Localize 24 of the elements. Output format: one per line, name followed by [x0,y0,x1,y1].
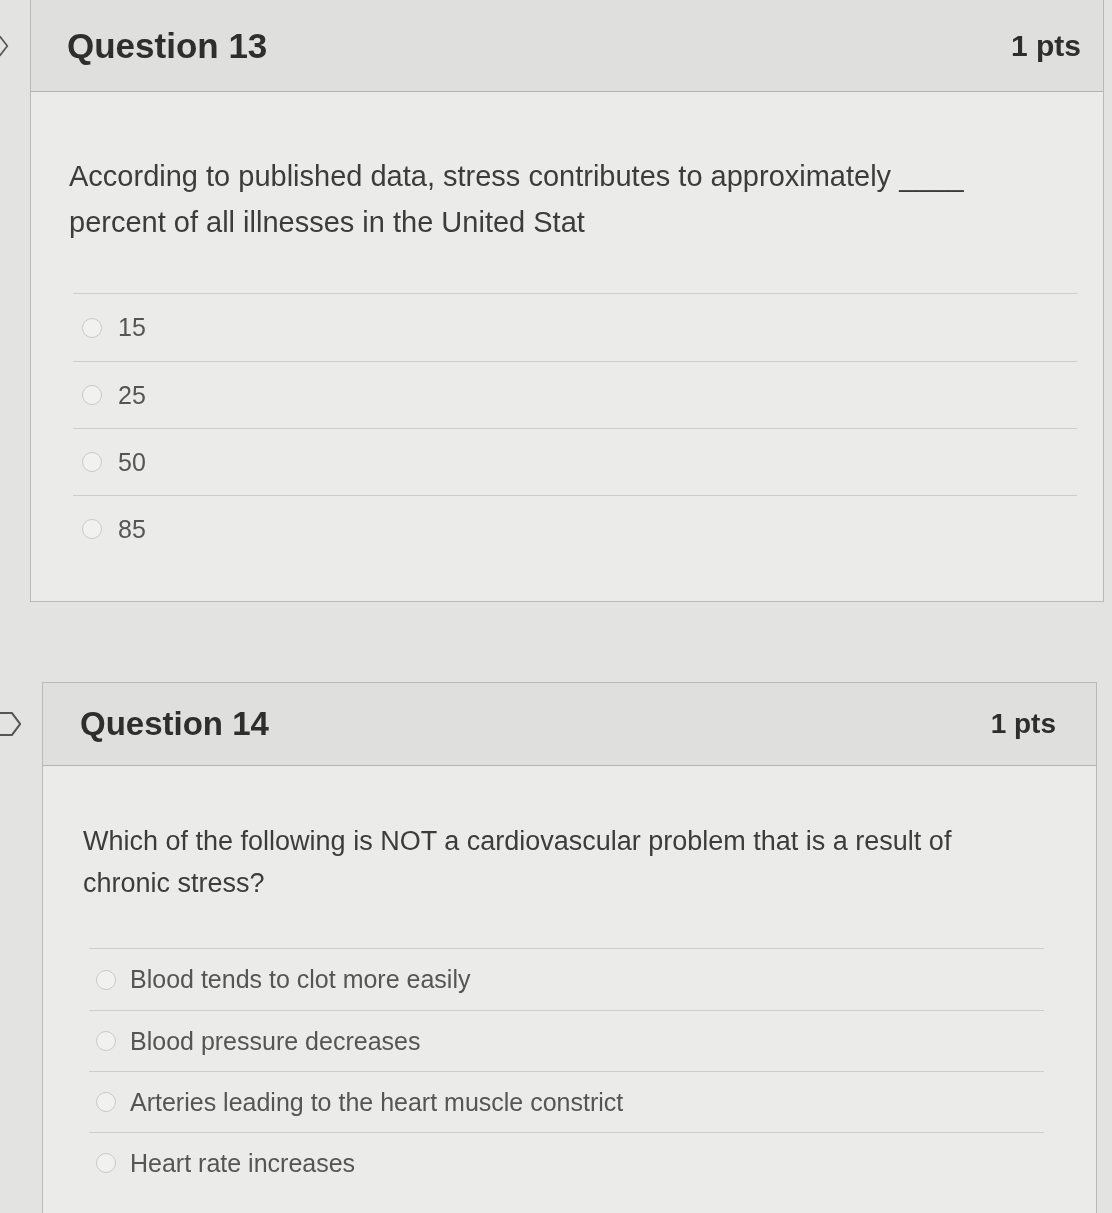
answer-label[interactable]: 25 [118,380,146,410]
radio-button[interactable] [96,1153,116,1173]
answer-label[interactable]: 85 [118,514,146,544]
points-label: 1 pts [990,708,1056,740]
radio-button[interactable] [96,1031,116,1051]
answer-label[interactable]: Blood tends to clot more easily [130,965,471,994]
question-text: According to published data, stress contributes to approximately ____ percent of all illnesses in the United Stat [69,159,965,240]
answer-label[interactable]: Blood pressure decreases [130,1026,421,1056]
radio-button[interactable] [82,452,102,472]
radio-button[interactable] [96,1092,116,1112]
answer-label[interactable]: 50 [118,447,146,477]
tag-icon[interactable] [0,34,9,58]
question-title: Question 13 [67,25,268,66]
radio-button[interactable] [82,519,102,539]
tag-icon[interactable] [0,709,22,738]
radio-button[interactable] [96,969,116,990]
answer-label[interactable]: 15 [118,313,146,342]
radio-button[interactable] [82,385,102,405]
radio-button[interactable] [82,317,102,338]
answer-label[interactable]: Arteries leading to the heart muscle constrict [130,1087,624,1117]
points-label: 1 pts [1010,28,1081,63]
answer-label[interactable]: Heart rate increases [130,1148,356,1178]
question-text: Which of the following is NOT a cardiovascular problem that is a result of chronic stress? [83,825,953,900]
question-title: Question 14 [80,705,269,743]
